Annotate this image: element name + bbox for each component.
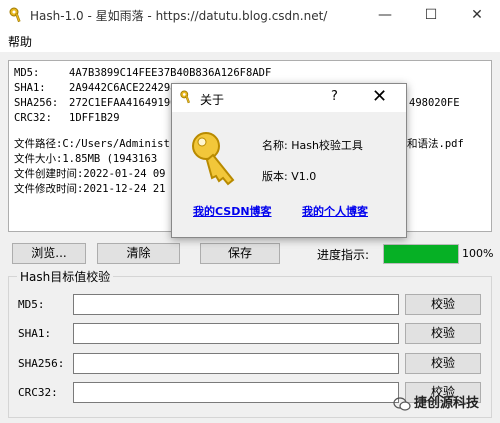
- minimize-button[interactable]: —: [362, 0, 408, 30]
- menu-help[interactable]: 帮助: [8, 33, 32, 50]
- progress-fill: [384, 245, 458, 263]
- clear-button[interactable]: 清除: [97, 243, 180, 264]
- progress-label: 进度指示:: [317, 248, 370, 262]
- csdn-blog-link[interactable]: 我的CSDN博客: [193, 203, 272, 219]
- progress-bar: [383, 244, 459, 264]
- key-icon: [192, 132, 235, 186]
- about-dialog: 关于 ? ✕ 名称: Hash校验工具 版本: V1.0 我的CSDN博客 我的…: [171, 83, 407, 238]
- close-button[interactable]: ✕: [454, 0, 500, 30]
- about-help-button[interactable]: ?: [331, 89, 338, 104]
- save-button[interactable]: 保存: [200, 243, 280, 264]
- verify-sha1-button[interactable]: 校验: [405, 323, 481, 344]
- progress-percent: 100%: [462, 247, 494, 260]
- key-icon: [9, 7, 21, 23]
- verify-sha256-input[interactable]: [73, 353, 399, 374]
- title-bar: Hash-1.0 - 星如雨落 - https://datutu.blog.cs…: [0, 0, 500, 30]
- verify-md5-input[interactable]: [73, 294, 399, 315]
- sha256-tail: 498020FE: [409, 97, 460, 109]
- watermark: 捷创源科技: [393, 392, 479, 411]
- verify-sha256-button[interactable]: 校验: [405, 353, 481, 374]
- file-path-line: 文件路径:C:/Users/Administ: [14, 138, 170, 150]
- verify-crc32-input[interactable]: [73, 382, 399, 403]
- file-size-line: 文件大小:1.85MB (1943163: [14, 153, 158, 165]
- verify-md5-label: MD5:: [18, 298, 45, 311]
- crc32-line: CRC32: 1DFF1B29: [14, 112, 120, 124]
- wechat-icon: [393, 396, 411, 411]
- file-path-tail: 和语法.pdf: [407, 138, 464, 150]
- watermark-text: 捷创源科技: [414, 396, 480, 411]
- about-version: 版本: V1.0: [262, 170, 317, 183]
- about-name: 名称: Hash校验工具: [262, 139, 363, 152]
- md5-line: MD5: 4A7B3899C14FEE37B40B836A126F8ADF: [14, 67, 272, 79]
- about-close-button[interactable]: ✕: [372, 86, 387, 107]
- verify-sha1-input[interactable]: [73, 323, 399, 344]
- verify-sha1-label: SHA1:: [18, 327, 52, 340]
- browse-button[interactable]: 浏览...: [12, 243, 86, 264]
- file-created-line: 文件创建时间:2022-01-24 09: [14, 168, 166, 180]
- about-title: 关于: [200, 93, 225, 107]
- maximize-button[interactable]: ☐: [408, 0, 454, 30]
- sha1-line: SHA1: 2A9442C6ACE224298: [14, 82, 177, 94]
- sha256-line: SHA256: 272C1EFAA41649196: [14, 97, 177, 109]
- verify-group-title: Hash目标值校验: [17, 268, 114, 285]
- menu-bar: 帮助: [0, 30, 500, 52]
- verify-sha256-label: SHA256:: [18, 357, 65, 370]
- about-title-bar: 关于 ? ✕: [172, 84, 406, 112]
- personal-blog-link[interactable]: 我的个人博客: [302, 203, 368, 219]
- file-modified-line: 文件修改时间:2021-12-24 21: [14, 183, 166, 195]
- main-window: Hash-1.0 - 星如雨落 - https://datutu.blog.cs…: [0, 0, 500, 423]
- key-icon: [180, 90, 190, 104]
- verify-md5-button[interactable]: 校验: [405, 294, 481, 315]
- verify-crc32-label: CRC32:: [18, 386, 58, 399]
- window-title: Hash-1.0 - 星如雨落 - https://datutu.blog.cs…: [30, 9, 328, 23]
